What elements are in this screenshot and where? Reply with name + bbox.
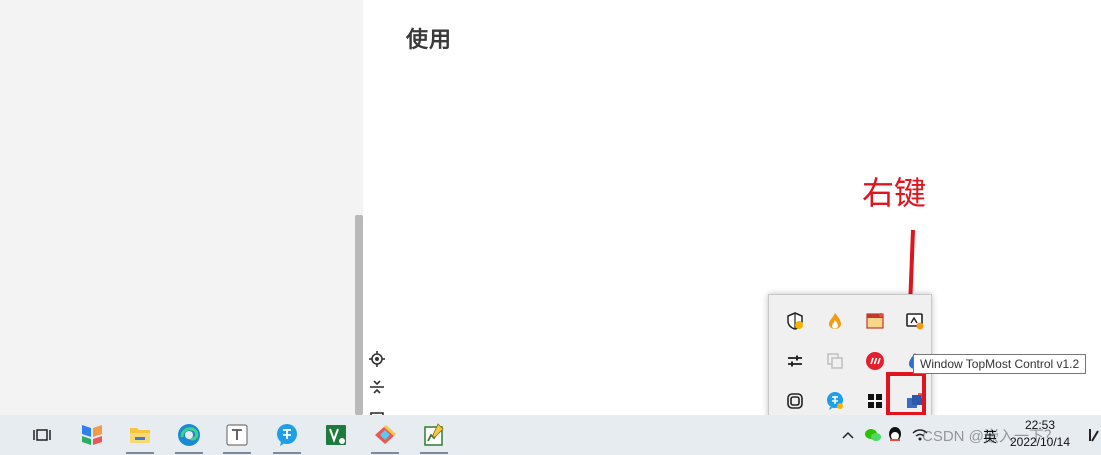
tray-chevron-icon[interactable] (842, 415, 854, 455)
locate-icon[interactable] (368, 350, 386, 368)
annotation-highlight-box (886, 372, 926, 416)
colorful-app-icon[interactable] (68, 415, 116, 455)
notepad-chart-icon[interactable] (410, 415, 458, 455)
git-tool-icon[interactable] (361, 415, 409, 455)
display-app-icon[interactable] (895, 301, 935, 341)
task-view-icon[interactable] (18, 415, 66, 455)
system-clock[interactable]: 22:53 2022/10/14 (1003, 417, 1077, 451)
page-title: 使用 (406, 27, 453, 52)
typora-icon[interactable] (213, 415, 261, 455)
notification-icon[interactable] (1088, 415, 1100, 455)
annotation-label: 右键 (862, 174, 927, 212)
window-app-icon[interactable] (855, 301, 895, 341)
clock-date: 2022/10/14 (1009, 435, 1071, 449)
qq-tray-icon[interactable] (886, 415, 904, 455)
tray-tooltip: Window TopMost Control v1.2 (913, 354, 1087, 374)
wechat-tray-icon[interactable] (864, 415, 882, 455)
edge-icon[interactable] (165, 415, 213, 455)
shield-warning-icon[interactable] (775, 301, 815, 341)
copy-app-icon[interactable] (815, 341, 855, 381)
translate-icon[interactable] (263, 415, 311, 455)
vs-icon[interactable] (312, 415, 360, 455)
taskbar: CSDN @嵌入一下？ 英 22:53 2022/10/14 (0, 415, 1101, 455)
file-explorer-icon[interactable] (116, 415, 164, 455)
left-pane-scrollbar[interactable] (355, 215, 363, 415)
clock-time: 22:53 (1024, 418, 1056, 432)
sliders-icon[interactable] (775, 341, 815, 381)
flame-app-icon[interactable] (815, 301, 855, 341)
left-pane (0, 0, 363, 415)
ime-indicator[interactable]: 英 (983, 427, 997, 447)
collapse-icon[interactable] (368, 378, 386, 396)
